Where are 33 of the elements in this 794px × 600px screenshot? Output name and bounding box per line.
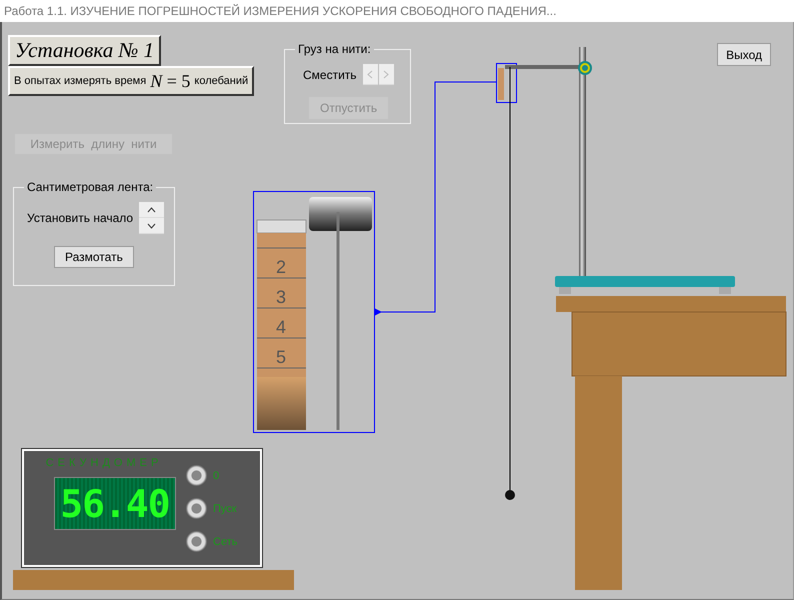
round-button[interactable]	[186, 465, 207, 486]
unwind-button[interactable]: Размотать	[54, 246, 134, 268]
tape-thumbnail	[498, 68, 504, 100]
stopwatch-title: СЕКУНДОМЕР	[44, 457, 164, 469]
button-label: 0	[213, 470, 220, 482]
round-button[interactable]	[186, 531, 207, 552]
stand-foot	[559, 287, 571, 294]
stand-foot	[719, 287, 731, 294]
roller-drawing	[309, 197, 372, 231]
clamp-drawing	[578, 61, 592, 75]
chevron-left-icon	[367, 70, 374, 78]
zoom-source-frame	[496, 63, 517, 103]
chevron-up-icon	[147, 206, 156, 212]
button-label: Сеть	[213, 536, 238, 548]
tape-mark: 2	[276, 257, 286, 277]
set-start-label: Установить начало	[27, 211, 134, 225]
round-button[interactable]	[186, 498, 207, 519]
tape-mark: 3	[276, 287, 286, 307]
exit-button[interactable]: Выход	[717, 43, 771, 66]
experiment-note: В опытах измерять время N = 5 колебаний	[8, 66, 254, 96]
down-button[interactable]	[139, 218, 164, 234]
tape-mark: 4	[276, 317, 286, 337]
up-button[interactable]	[139, 202, 164, 218]
group-title: Груз на нити:	[297, 42, 372, 56]
chevron-right-icon	[383, 70, 390, 78]
chevron-down-icon	[147, 222, 156, 228]
setup-title: Установка № 1	[8, 35, 162, 66]
pendulum-bob	[505, 490, 515, 500]
stopwatch-display: 56.40	[54, 477, 176, 530]
tape-mark: 5	[276, 347, 286, 367]
group-title: Сантиметровая лента:	[26, 180, 154, 194]
button-label: Пуск	[213, 502, 237, 514]
shift-label: Сместить	[303, 68, 357, 82]
